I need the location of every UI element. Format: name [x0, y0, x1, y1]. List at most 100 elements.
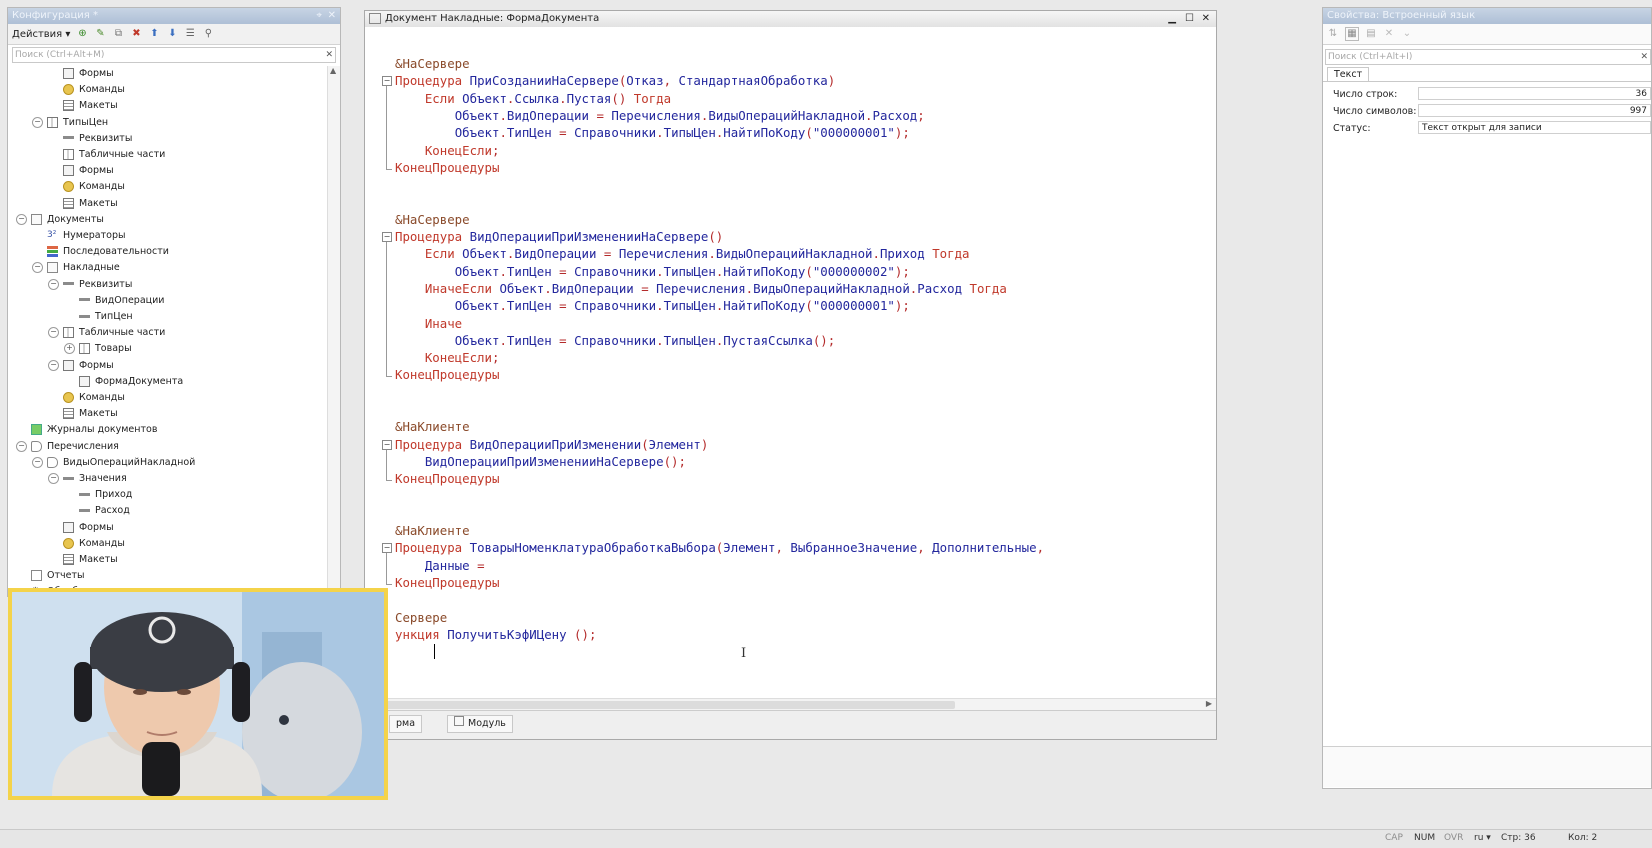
clear-search-icon[interactable]: ✕	[325, 48, 333, 62]
maximize-icon[interactable]: ☐	[1185, 11, 1194, 27]
sort-alpha-icon[interactable]: ⇅	[1327, 28, 1339, 40]
fold-toggle-icon[interactable]: −	[382, 76, 392, 87]
attr-icon	[79, 314, 90, 318]
move-up-icon[interactable]: ⬆	[148, 28, 160, 40]
code-token: Процедура	[395, 436, 470, 452]
code-token: &НаСервере	[395, 56, 470, 71]
clear-icon[interactable]: ✕	[1383, 28, 1395, 40]
tree-item[interactable]: − Формы	[48, 358, 114, 374]
tab-form[interactable]: рма	[389, 715, 423, 733]
tree-item[interactable]: Формы	[48, 520, 114, 536]
expand-toggle-icon[interactable]: −	[48, 278, 59, 290]
tree-item[interactable]: − Значения	[48, 471, 127, 487]
code-line: Процедура ТоварыНоменклатураОбработкаВыб…	[395, 539, 1044, 556]
code-line: КонецПроцедуры	[395, 470, 499, 487]
tree-item[interactable]: ТипЦен	[64, 309, 133, 325]
properties-search-input[interactable]: Поиск (Ctrl+Alt+I) ✕	[1325, 49, 1651, 65]
tree-item[interactable]: − Табличные части	[48, 325, 165, 341]
tree-item[interactable]: Реквизиты	[48, 131, 132, 147]
tree-item[interactable]: Макеты	[48, 552, 118, 568]
clear-properties-search-icon[interactable]: ✕	[1640, 50, 1648, 64]
code-editor[interactable]: &НаСервере Процедура ПриСозданииНаСервере…	[365, 27, 1216, 711]
tree-item[interactable]: Журналы документов	[16, 422, 157, 438]
expand-toggle-icon[interactable]: −	[32, 456, 43, 468]
tree-item[interactable]: Команды	[48, 82, 125, 98]
tree-item[interactable]: − ТипыЦен	[32, 115, 108, 131]
expand-toggle-icon[interactable]: −	[48, 473, 59, 484]
tree-item[interactable]: − Документы	[16, 212, 104, 228]
sort-icon[interactable]: ☰	[184, 28, 196, 40]
expand-toggle-icon[interactable]: −	[48, 327, 59, 339]
edit-icon[interactable]: ✎	[94, 28, 106, 40]
tree-item[interactable]: Макеты	[48, 98, 118, 114]
num-indicator: NUM	[1414, 833, 1436, 843]
close-icon[interactable]: ✕	[328, 8, 336, 24]
tree-item[interactable]: Команды	[48, 179, 125, 195]
tree-item[interactable]: Табличные части	[48, 147, 165, 163]
code-token: .	[544, 280, 552, 296]
tree-item[interactable]: + Товары	[64, 341, 132, 357]
tab-text[interactable]: Текст	[1327, 67, 1370, 82]
configuration-search-input[interactable]: Поиск (Ctrl+Alt+M) ✕	[12, 47, 336, 63]
code-token: Расход	[872, 107, 918, 123]
pin-icon[interactable]: ⌖	[316, 8, 322, 24]
expand-toggle-icon[interactable]: +	[64, 343, 75, 355]
code-token: ТипыЦен	[663, 332, 716, 348]
code-line: Объект.ВидОперации = Перечисления.ВидыОп…	[395, 107, 925, 124]
code-token: Справочники	[574, 332, 657, 348]
delete-icon[interactable]: ✖	[130, 28, 142, 40]
fold-toggle-icon[interactable]: −	[382, 439, 392, 450]
fold-guide	[386, 242, 387, 373]
tree-item-label: Товары	[95, 343, 132, 355]
fold-toggle-icon[interactable]: −	[382, 543, 392, 554]
tree-item[interactable]: Команды	[48, 536, 125, 552]
property-value[interactable]: Текст открыт для записи	[1418, 121, 1651, 134]
scrollbar-thumb[interactable]	[365, 701, 955, 709]
expand-icon[interactable]: ⌄	[1401, 28, 1413, 40]
tree-item[interactable]: Приход	[64, 487, 132, 503]
property-value[interactable]: 36	[1418, 87, 1651, 100]
tree-item[interactable]: Последовательности	[32, 244, 169, 260]
configuration-titlebar: Конфигурация * ⌖ ✕	[8, 8, 340, 24]
tree-item[interactable]: Отчеты	[16, 568, 85, 584]
table-icon	[63, 149, 74, 160]
expand-toggle-icon[interactable]: −	[32, 262, 43, 274]
tree-item[interactable]: Макеты	[48, 196, 118, 212]
tree-item[interactable]: ВидОперации	[64, 293, 164, 309]
actions-menu[interactable]: Действия ▾	[12, 29, 70, 40]
expand-toggle-icon[interactable]: −	[16, 213, 27, 225]
expand-toggle-icon[interactable]: −	[48, 359, 59, 371]
tree-item[interactable]: − Реквизиты	[48, 277, 132, 293]
tree-item[interactable]: Формы	[48, 163, 114, 179]
tree-item-label: Макеты	[79, 197, 118, 209]
add-icon[interactable]: ⊕	[76, 28, 88, 40]
code-token: =	[469, 557, 485, 573]
tree-scrollbar[interactable]: ▲	[327, 66, 340, 596]
window-close-icon[interactable]: ✕	[1202, 11, 1210, 27]
minimize-icon[interactable]: ▁	[1168, 11, 1176, 27]
tree-item[interactable]: Макеты	[48, 406, 118, 422]
filter-icon[interactable]: ⚲	[202, 28, 214, 40]
tree-item[interactable]: ФормаДокумента	[64, 374, 183, 390]
tree-item[interactable]: Расход	[64, 503, 130, 519]
language-selector[interactable]: ru ▾	[1471, 832, 1494, 845]
list-view-icon[interactable]: ▤	[1365, 28, 1377, 40]
tree-item[interactable]: 3² Нумераторы	[32, 228, 126, 244]
tree-item[interactable]: − ВидыОперацийНакладной	[32, 455, 195, 471]
tree-item[interactable]: − Накладные	[32, 260, 120, 276]
expand-toggle-icon[interactable]: −	[16, 440, 27, 452]
code-token: Тогда	[932, 246, 970, 262]
move-down-icon[interactable]: ⬇	[166, 28, 178, 40]
tree-item[interactable]: Формы	[48, 66, 114, 82]
tree-item[interactable]: Команды	[48, 390, 125, 406]
property-value[interactable]: 997	[1418, 104, 1651, 117]
expand-toggle-icon[interactable]: −	[32, 116, 43, 128]
fold-toggle-icon[interactable]: −	[382, 232, 392, 242]
webcam-person-illustration	[12, 592, 384, 796]
categorized-icon[interactable]: ▦	[1345, 27, 1359, 41]
code-token: ПриСозданииНаСервере	[469, 73, 619, 89]
tab-module[interactable]: Модуль	[447, 715, 513, 733]
tree-item[interactable]: − Перечисления	[16, 439, 119, 455]
copy-icon[interactable]: ⧉	[112, 28, 124, 40]
